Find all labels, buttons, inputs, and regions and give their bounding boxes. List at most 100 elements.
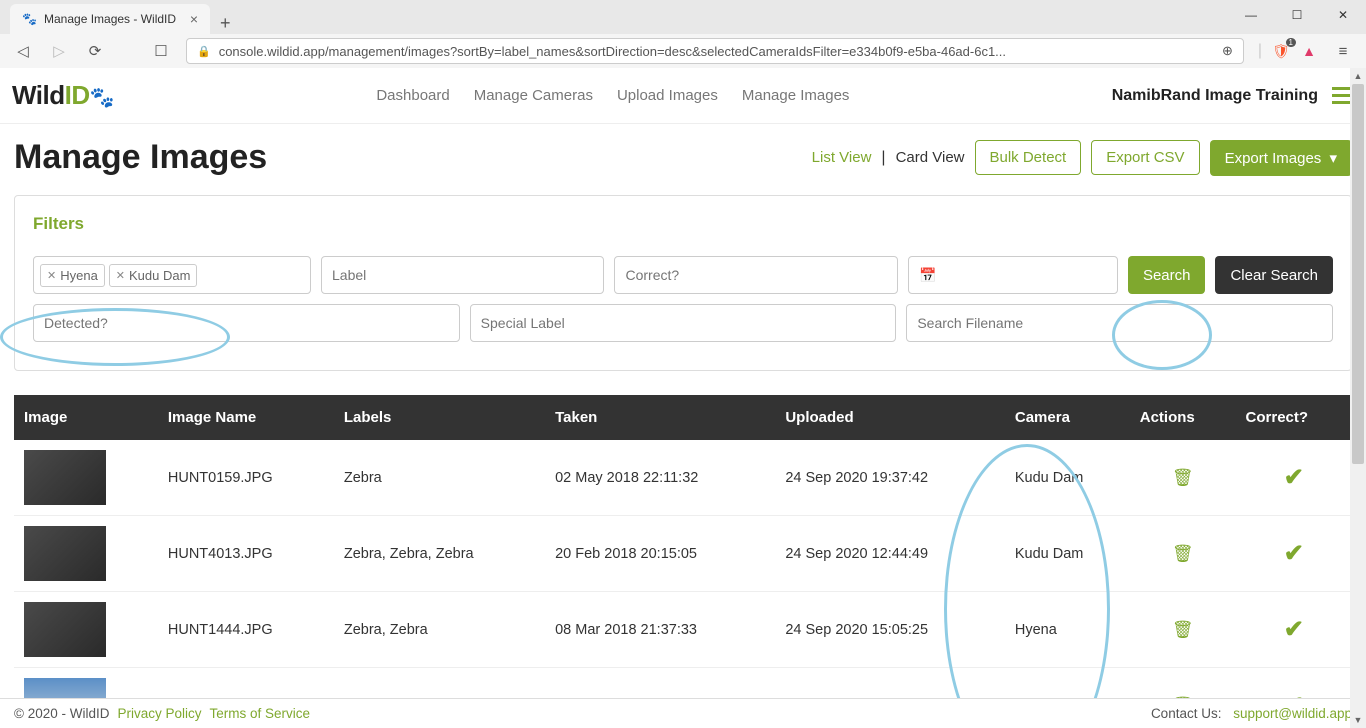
correct-input[interactable] xyxy=(625,267,886,283)
brave-shield-icon[interactable]: 🛡1 xyxy=(1272,42,1290,60)
app-header: WildID🐾 Dashboard Manage Cameras Upload … xyxy=(0,68,1366,124)
export-csv-button[interactable]: Export CSV xyxy=(1091,140,1199,175)
cell-taken: 02 May 2018 22:11:32 xyxy=(545,440,775,516)
check-icon[interactable]: ✔ xyxy=(1284,464,1304,491)
scroll-thumb[interactable] xyxy=(1352,84,1364,464)
col-actions[interactable]: Actions xyxy=(1130,395,1236,440)
table-row[interactable]: HUNT1444.JPG Zebra, Zebra 08 Mar 2018 21… xyxy=(14,592,1352,668)
detected-input[interactable] xyxy=(44,315,449,331)
browser-nav-bar: ◁ ▷ ⟳ ☐ 🔒 console.wildid.app/management/… xyxy=(0,34,1366,68)
close-window-button[interactable]: ✕ xyxy=(1320,0,1366,30)
minimize-button[interactable]: — xyxy=(1228,0,1274,30)
filename-filter[interactable] xyxy=(906,304,1333,342)
calendar-icon: 📅 xyxy=(919,267,936,284)
col-correct[interactable]: Correct? xyxy=(1236,395,1352,440)
card-view-link[interactable]: Card View xyxy=(896,149,965,166)
chevron-down-icon: ▾ xyxy=(1325,150,1337,167)
tab-close-button[interactable]: × xyxy=(190,11,198,27)
tag-remove-icon[interactable]: ✕ xyxy=(116,269,125,282)
table-row[interactable]: HUNT0159.JPG Zebra 02 May 2018 22:11:32 … xyxy=(14,440,1352,516)
table-row[interactable]: HUNT1202.JPG Zebra, Zebra, Zebra 04 Mar … xyxy=(14,668,1352,699)
tag-hyena[interactable]: ✕Hyena xyxy=(40,264,105,287)
images-table: Image Image Name Labels Taken Uploaded C… xyxy=(14,395,1352,698)
bulk-detect-button[interactable]: Bulk Detect xyxy=(975,140,1082,175)
browser-menu-button[interactable]: ≡ xyxy=(1332,43,1354,60)
check-icon[interactable]: ✔ xyxy=(1284,616,1304,643)
col-camera[interactable]: Camera xyxy=(1005,395,1130,440)
extensions: | 🛡1 ▲ xyxy=(1258,42,1318,60)
reload-button[interactable]: ⟳ xyxy=(84,42,106,60)
trash-icon[interactable]: 🗑 xyxy=(1172,544,1194,563)
url-bar[interactable]: 🔒 console.wildid.app/management/images?s… xyxy=(186,38,1244,64)
thumbnail[interactable] xyxy=(24,526,106,581)
thumbnail[interactable] xyxy=(24,678,106,698)
check-icon[interactable]: ✔ xyxy=(1284,540,1304,567)
maximize-button[interactable]: ☐ xyxy=(1274,0,1320,30)
scroll-up-icon[interactable]: ▲ xyxy=(1350,68,1366,84)
label-filter[interactable] xyxy=(321,256,604,294)
nav-manage-images[interactable]: Manage Images xyxy=(742,87,850,104)
browser-tab[interactable]: 🐾 Manage Images - WildID × xyxy=(10,4,210,34)
url-text: console.wildid.app/management/images?sor… xyxy=(219,44,1214,59)
label-input[interactable] xyxy=(332,267,593,283)
clear-search-button[interactable]: Clear Search xyxy=(1215,256,1333,294)
thumbnail[interactable] xyxy=(24,450,106,505)
terms-link[interactable]: Terms of Service xyxy=(210,706,311,721)
back-button[interactable]: ◁ xyxy=(12,42,34,60)
col-taken[interactable]: Taken xyxy=(545,395,775,440)
tag-remove-icon[interactable]: ✕ xyxy=(47,269,56,282)
col-labels[interactable]: Labels xyxy=(334,395,545,440)
cell-labels: Zebra xyxy=(334,440,545,516)
table-row[interactable]: HUNT4013.JPG Zebra, Zebra, Zebra 20 Feb … xyxy=(14,516,1352,592)
tag-kudu-dam[interactable]: ✕Kudu Dam xyxy=(109,264,198,287)
trash-icon[interactable]: 🗑 xyxy=(1172,468,1194,487)
special-label-filter[interactable] xyxy=(470,304,897,342)
col-uploaded[interactable]: Uploaded xyxy=(775,395,1005,440)
filter-row-1: ✕Hyena ✕Kudu Dam 📅 Search Clear Search xyxy=(33,256,1333,294)
trash-icon[interactable]: 🗑 xyxy=(1172,696,1194,699)
nav-dashboard[interactable]: Dashboard xyxy=(376,87,449,104)
filename-input[interactable] xyxy=(917,315,1322,331)
cell-uploaded: 24 Sep 2020 12:44:49 xyxy=(775,516,1005,592)
export-images-button[interactable]: Export Images ▾ xyxy=(1210,140,1352,176)
cell-camera: Hyena xyxy=(1005,592,1130,668)
contact-us: Contact Us: support@wildid.app xyxy=(1151,706,1352,721)
brave-rewards-icon[interactable]: ▲ xyxy=(1300,42,1318,60)
browser-chrome: — ☐ ✕ 🐾 Manage Images - WildID × + ◁ ▷ ⟳… xyxy=(0,0,1366,68)
org-name: NamibRand Image Training xyxy=(1112,87,1318,105)
trash-icon[interactable]: 🗑 xyxy=(1172,620,1194,639)
search-button[interactable]: Search xyxy=(1128,256,1206,294)
nav-upload-images[interactable]: Upload Images xyxy=(617,87,718,104)
search-in-page-icon[interactable]: ⊕ xyxy=(1222,43,1233,59)
cell-image-name: HUNT0159.JPG xyxy=(158,440,334,516)
col-image-name[interactable]: Image Name xyxy=(158,395,334,440)
filters-panel: Filters ✕Hyena ✕Kudu Dam 📅 Search Clear … xyxy=(14,195,1352,371)
tab-bar: 🐾 Manage Images - WildID × + xyxy=(0,0,1366,34)
privacy-link[interactable]: Privacy Policy xyxy=(117,706,201,721)
nav-manage-cameras[interactable]: Manage Cameras xyxy=(474,87,593,104)
thumbnail[interactable] xyxy=(24,602,106,657)
cell-uploaded: 24 Sep 2020 14:36:24 xyxy=(775,668,1005,699)
correct-filter[interactable] xyxy=(614,256,897,294)
page-header-row: Manage Images List View | Card View Bulk… xyxy=(14,138,1352,177)
logo[interactable]: WildID🐾 xyxy=(12,80,114,111)
cell-camera: Kudu Dam xyxy=(1005,516,1130,592)
col-image[interactable]: Image xyxy=(14,395,158,440)
bookmark-button[interactable]: ☐ xyxy=(150,42,172,60)
forward-button[interactable]: ▷ xyxy=(48,42,70,60)
cell-camera: Kudu Dam xyxy=(1005,440,1130,516)
date-filter[interactable]: 📅 xyxy=(908,256,1118,294)
special-label-input[interactable] xyxy=(481,315,886,331)
cell-taken: 08 Mar 2018 21:37:33 xyxy=(545,592,775,668)
new-tab-button[interactable]: + xyxy=(210,13,241,34)
detected-filter[interactable] xyxy=(33,304,460,342)
list-view-link[interactable]: List View xyxy=(812,149,872,166)
check-icon[interactable]: ✔ xyxy=(1284,692,1304,698)
cell-labels: Zebra, Zebra, Zebra xyxy=(334,516,545,592)
scroll-down-icon[interactable]: ▼ xyxy=(1350,712,1366,728)
favicon-icon: 🐾 xyxy=(22,12,36,26)
camera-tags-field[interactable]: ✕Hyena ✕Kudu Dam xyxy=(33,256,311,294)
page-title: Manage Images xyxy=(14,138,267,177)
scrollbar[interactable]: ▲ ▼ xyxy=(1350,68,1366,728)
contact-email-link[interactable]: support@wildid.app xyxy=(1233,706,1352,721)
